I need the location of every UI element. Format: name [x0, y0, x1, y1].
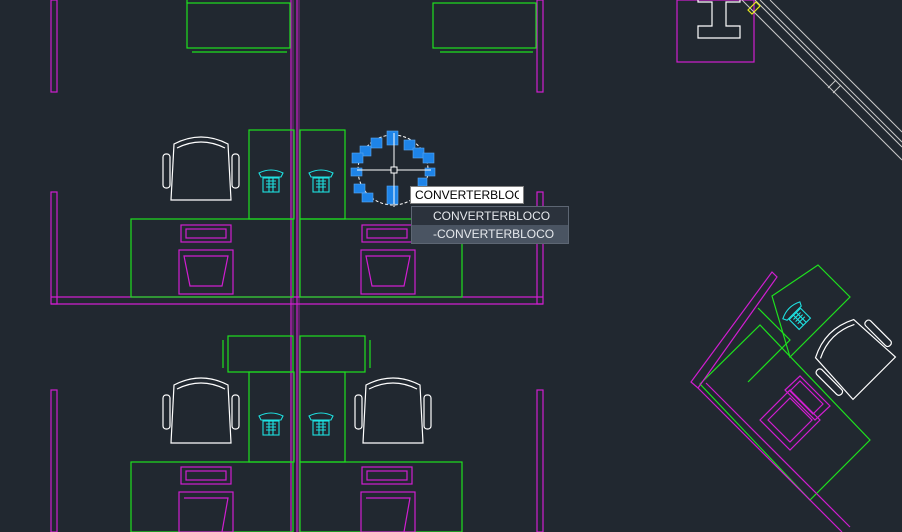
dynamic-command-input[interactable]	[410, 186, 524, 204]
furniture	[130, 0, 537, 532]
command-autocomplete-list: CONVERTERBLOCO -CONVERTERBLOCO	[411, 206, 569, 244]
column-symbol	[697, 0, 741, 39]
chairs	[162, 136, 897, 444]
command-suggestion[interactable]: -CONVERTERBLOCO	[412, 225, 568, 243]
rotated-workstation	[690, 264, 871, 532]
command-suggestion[interactable]: CONVERTERBLOCO	[412, 207, 568, 225]
cad-drawing-canvas[interactable]	[0, 0, 902, 532]
partition-walls	[50, 0, 755, 532]
diagonal-wall	[741, 0, 902, 161]
